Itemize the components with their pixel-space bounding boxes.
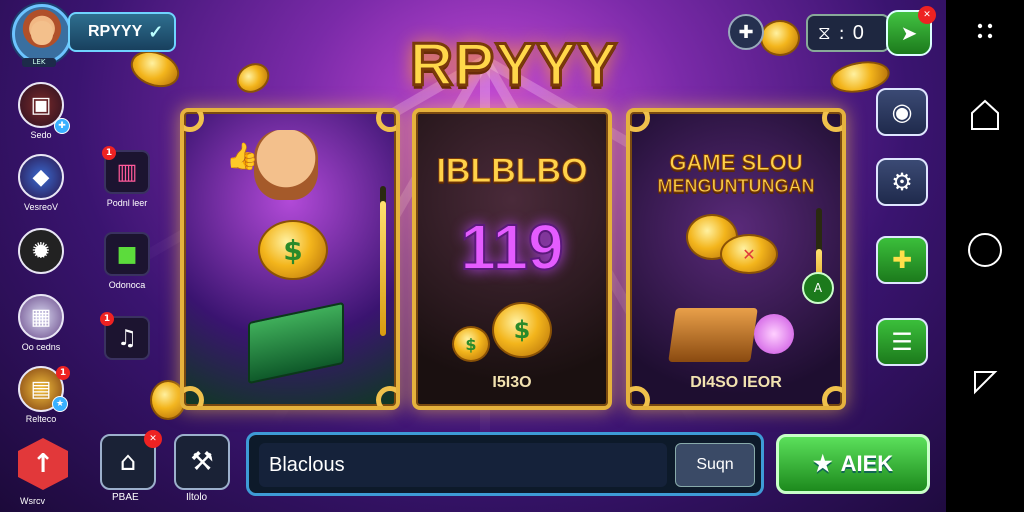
- shop-label: PBAE: [112, 492, 139, 503]
- sidebar-item-label: Wsrcv: [20, 496, 45, 506]
- jackpot-value: I5I3O: [492, 374, 532, 391]
- square-item-label: Podnl leer: [106, 198, 148, 208]
- slot-title-line2: MENGUNTUNGAN: [657, 176, 815, 197]
- card-gauge-fill: [380, 201, 386, 336]
- jackpot-title: IBLBLBO: [436, 152, 588, 191]
- gold-bar-icon: [668, 308, 758, 362]
- square-item-label: Odonoca: [108, 280, 146, 290]
- sidebar-item-vesreov[interactable]: ◆ VesreoV: [18, 154, 64, 212]
- pink-gem-icon: [754, 314, 794, 354]
- avatar-tag: LEK: [22, 58, 56, 67]
- nav-circle-icon[interactable]: [946, 232, 1024, 268]
- cta-button[interactable]: ★ AIEK: [776, 434, 930, 494]
- counter-value: 0: [852, 21, 864, 44]
- mascot-character: [254, 130, 318, 200]
- dollar-coin-icon: $: [258, 220, 328, 280]
- submit-button[interactable]: Suqn: [675, 443, 755, 487]
- shop-icon: ⌂: [119, 447, 137, 477]
- view-button[interactable]: ◉: [876, 88, 928, 136]
- jackpot-number: 119: [459, 210, 564, 284]
- chat-input[interactable]: [259, 443, 667, 487]
- close-badge-icon[interactable]: ✕: [144, 430, 162, 448]
- nav-home-icon[interactable]: [946, 98, 1024, 132]
- chat-bar: Suqn: [246, 432, 764, 496]
- game-screen: LEK RPYYY ✓ ▣ Sedo ✚ ◆ VesreoV ✺ ▦ Oo ce…: [0, 0, 946, 512]
- counter-display[interactable]: ⧖ : 0: [806, 14, 890, 52]
- gem-bag-icon: ◆: [18, 154, 64, 200]
- settings-button[interactable]: ⚙: [876, 158, 928, 206]
- verified-check-icon: ✓: [148, 21, 164, 42]
- square-item-dice[interactable]: ■ Odonoca: [104, 232, 150, 290]
- sidebar-item-label: VesreoV: [23, 202, 59, 212]
- floating-coin: [760, 20, 800, 56]
- sidebar-item-label: Oo cedns: [21, 342, 61, 352]
- close-icon[interactable]: ✕: [918, 6, 936, 24]
- tools-label: Iltolo: [186, 492, 208, 503]
- game-logo: RPYYY: [408, 29, 619, 99]
- cash-stack-icon: [248, 301, 344, 385]
- thumbs-up-icon: 👍: [226, 142, 259, 172]
- alert-icon[interactable]: ↑: [18, 438, 68, 490]
- star-icon: ★: [812, 451, 833, 476]
- promo-card-slot[interactable]: GAME SLOU MENGUNTUNGAN ✕ A DI4SO IEOR: [626, 108, 846, 410]
- gift-box-icon: ▦: [18, 294, 64, 340]
- puzzle-icon[interactable]: ✚: [728, 14, 764, 50]
- sidebar-item-oocedns[interactable]: ▦ Oo cedns: [18, 294, 64, 352]
- promo-card-jackpot[interactable]: IBLBLBO 119 $ $ I5I3O: [412, 108, 612, 410]
- player-avatar[interactable]: [12, 4, 72, 64]
- menu-button[interactable]: ☰: [876, 318, 928, 366]
- notification-badge: 1: [100, 312, 114, 326]
- green-dice-icon: ■: [104, 232, 150, 276]
- notification-badge: 1: [102, 146, 116, 160]
- gauge-badge: A: [802, 272, 834, 304]
- notification-badge: 1: [56, 366, 70, 380]
- info-badge-icon: ✚: [54, 118, 70, 134]
- add-button[interactable]: ✚: [876, 236, 928, 284]
- cta-label: AIEK: [840, 451, 894, 476]
- player-name-bar[interactable]: RPYYY ✓: [68, 12, 176, 52]
- film-reel-icon: ✺: [18, 228, 64, 274]
- sidebar-item-label: Relteco: [25, 414, 57, 424]
- slot-title-line1: GAME SLOU: [669, 150, 803, 176]
- system-nav-bar: [946, 0, 1024, 512]
- sidebar-item-label: Sedo: [30, 130, 52, 140]
- player-name: RPYYY: [88, 23, 143, 40]
- dollar-coin-icon: ✕: [720, 234, 778, 274]
- dollar-coin-icon: $: [452, 326, 490, 362]
- wrench-icon: ⚒: [190, 447, 214, 477]
- slot-value: DI4SO IEOR: [690, 374, 782, 391]
- eye-icon: ◉: [891, 98, 913, 126]
- timer-icon: ⧖: [818, 22, 831, 44]
- plus-icon: ✚: [891, 246, 913, 274]
- gear-icon: ⚙: [891, 168, 913, 196]
- dollar-coin-icon: $: [492, 302, 552, 358]
- nav-menu-icon[interactable]: [946, 20, 1024, 42]
- promo-card-mascot[interactable]: 👍 $: [180, 108, 400, 410]
- star-badge-icon: ★: [52, 396, 68, 412]
- list-icon: ☰: [891, 328, 913, 356]
- avatar-face: [31, 21, 53, 45]
- sidebar-item-reel[interactable]: ✺: [18, 228, 64, 274]
- tools-button[interactable]: ⚒: [174, 434, 230, 490]
- card-gauge: [380, 186, 386, 336]
- nav-back-icon[interactable]: [946, 368, 1024, 396]
- floating-coin: [231, 57, 275, 99]
